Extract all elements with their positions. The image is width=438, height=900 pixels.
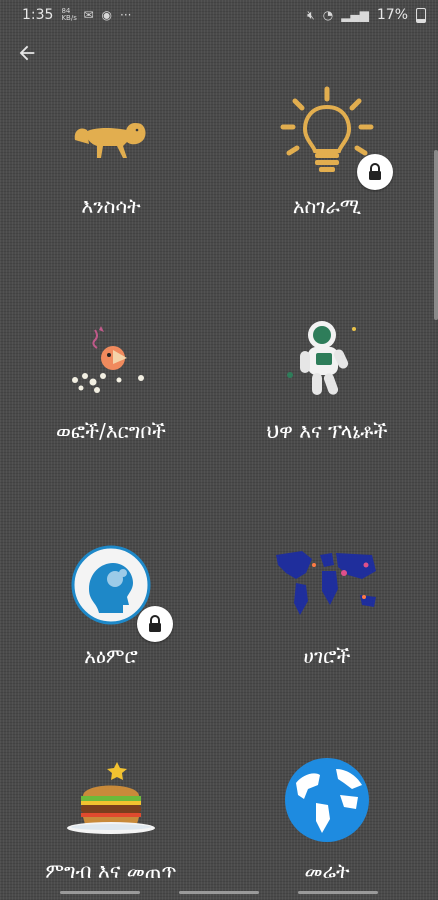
world-map-icon: [276, 551, 376, 615]
lock-icon: [149, 615, 161, 632]
battery-icon: [416, 7, 426, 23]
network-speed: 84 KB/s: [61, 7, 77, 22]
category-tile-countries[interactable]: ሀገሮች: [232, 530, 422, 668]
astronaut-icon: [287, 321, 356, 395]
more-notifications: ···: [120, 8, 132, 22]
signal-icon: ▂▄▆: [341, 8, 369, 22]
category-label: አስገራሚ: [292, 194, 362, 218]
back-button[interactable]: [12, 40, 42, 66]
nav-recent-button[interactable]: [59, 890, 140, 894]
lock-icon: [369, 163, 381, 180]
wifi-icon: ◔: [322, 8, 334, 22]
category-tile-birds[interactable]: ወፎች/እርግቦች: [16, 305, 206, 443]
lock-badge: [357, 154, 393, 190]
earth-globe-icon: [285, 758, 369, 842]
lock-badge: [137, 606, 173, 642]
category-label: ምግብ እና መጠጥ: [45, 859, 177, 883]
category-tile-amazing[interactable]: አስገራሚ: [232, 80, 422, 218]
nav-back-button[interactable]: [298, 890, 379, 894]
burger-icon: [67, 762, 155, 834]
bird-icon: [72, 326, 144, 393]
category-label: ሀገሮች: [303, 644, 351, 668]
mute-icon: 🔇︎: [307, 7, 315, 22]
status-bar: 1:35 84 KB/s ✉ ◉ ··· 🔇︎ ◔ ▂▄▆ 17%: [0, 0, 438, 30]
category-tile-animals[interactable]: እንስሳት: [16, 80, 206, 218]
system-nav-bar: [0, 884, 438, 900]
status-time: 1:35: [22, 7, 54, 23]
category-tile-space[interactable]: ህዋ እና ፕላኔቶች: [232, 305, 422, 443]
scrollbar[interactable]: [434, 150, 438, 320]
lion-icon: [74, 123, 146, 158]
category-label: ህዋ እና ፕላኔቶች: [266, 419, 388, 443]
nav-home-button[interactable]: [178, 890, 259, 894]
app-notification-icon: ◉: [101, 8, 112, 22]
gmail-icon: ✉: [83, 8, 94, 22]
battery-percent: 17%: [376, 7, 408, 23]
arrow-left-icon: [19, 45, 35, 61]
category-label: አዕምሮ: [84, 644, 138, 668]
category-tile-earth[interactable]: መሬት: [232, 745, 422, 883]
category-tile-food[interactable]: ምግብ እና መጠጥ: [16, 745, 206, 883]
category-label: እንስሳት: [81, 194, 141, 218]
category-label: መሬት: [304, 859, 350, 883]
category-tile-mind[interactable]: አዕምሮ: [16, 530, 206, 668]
category-label: ወፎች/እርግቦች: [56, 419, 166, 443]
